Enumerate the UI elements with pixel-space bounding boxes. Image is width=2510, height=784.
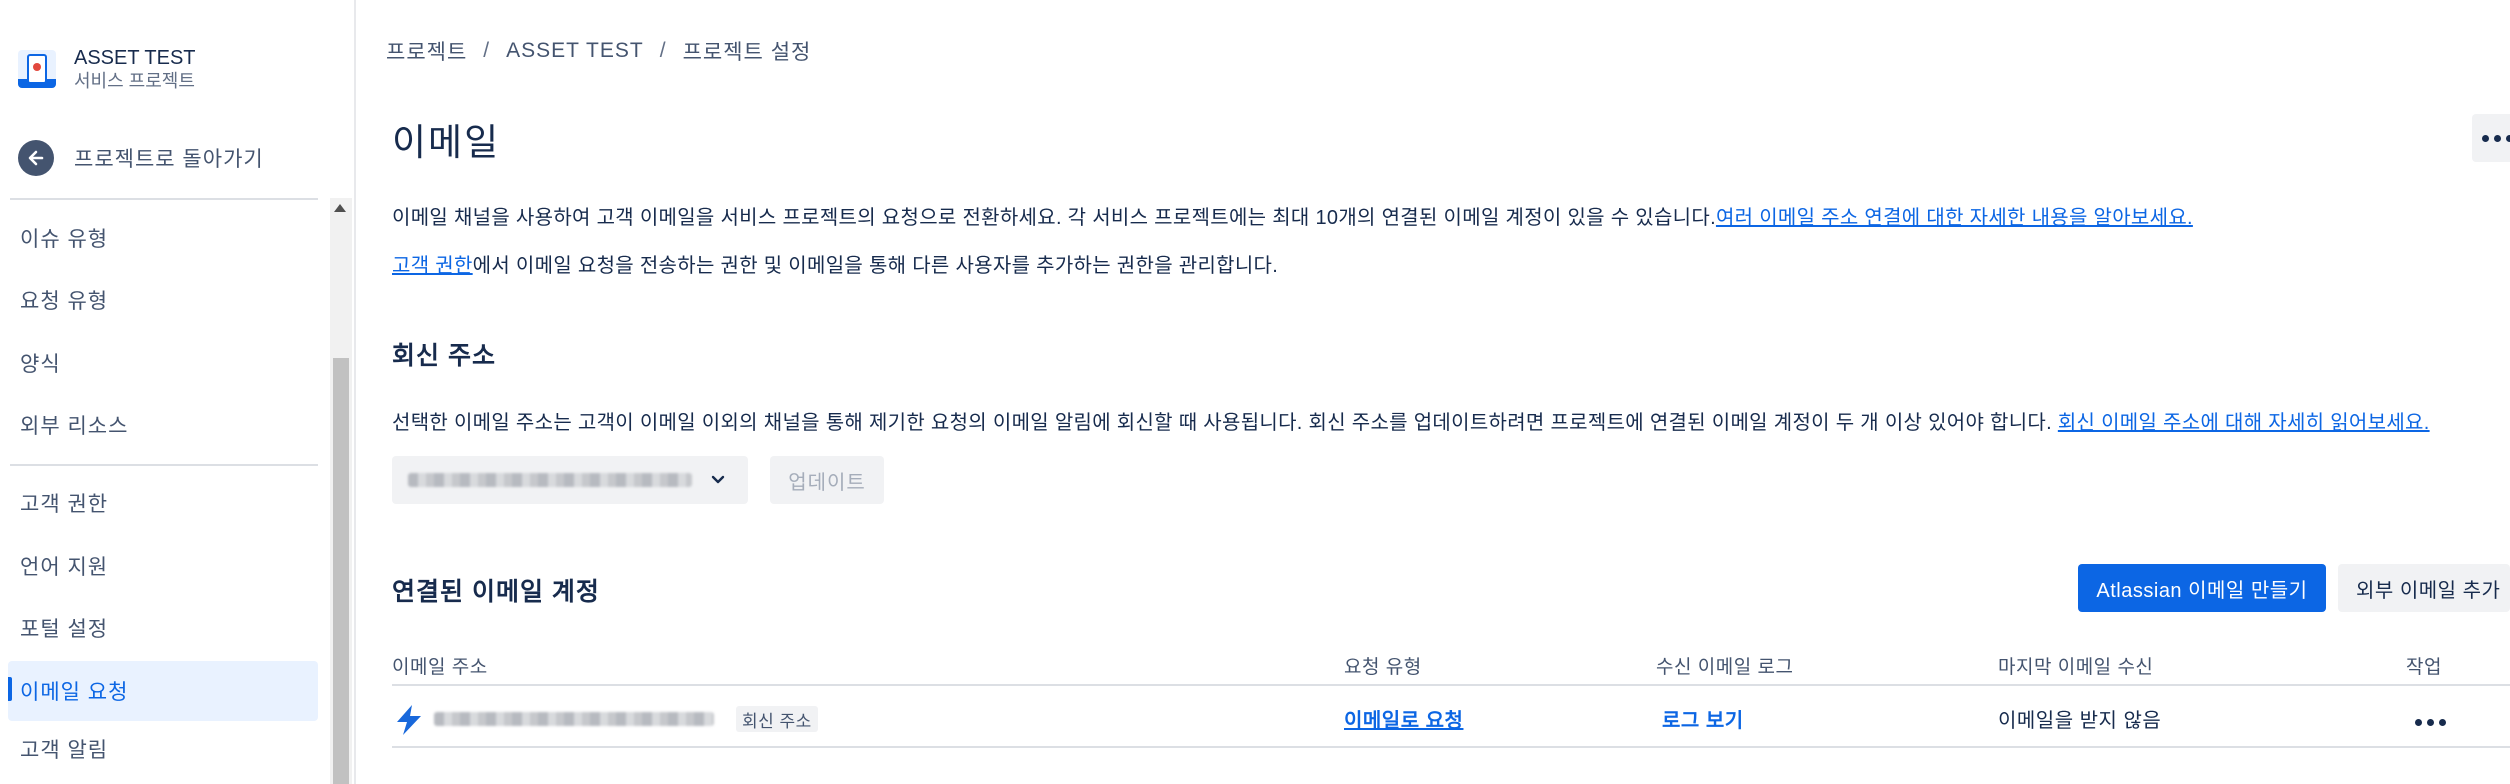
column-header-last-received: 마지막 이메일 수신 <box>1998 657 2154 678</box>
permissions-paragraph: 고객 권한에서 이메일 요청을 전송하는 권한 및 이메일을 통해 다른 사용자… <box>392 249 1278 278</box>
back-to-project-label: 프로젝트로 돌아가기 <box>74 148 264 171</box>
breadcrumb: 프로젝트 / ASSET TEST / 프로젝트 설정 <box>386 36 811 66</box>
add-external-email-button[interactable]: 외부 이메일 추가 <box>2338 564 2510 612</box>
arrow-left-icon <box>18 140 54 176</box>
breadcrumb-separator: / <box>483 39 491 62</box>
column-header-log: 수신 이메일 로그 <box>1656 657 1794 678</box>
request-via-email-link[interactable]: 이메일로 요청 <box>1344 704 1463 733</box>
sidebar-scrollbar[interactable] <box>330 198 352 784</box>
sidebar-item-forms[interactable]: 양식 <box>8 335 318 391</box>
reply-address-badge: 회신 주소 <box>736 706 818 732</box>
table-row-divider <box>392 746 2510 748</box>
more-horizontal-icon <box>2414 718 2446 726</box>
project-name: ASSET TEST <box>74 47 196 69</box>
more-horizontal-icon <box>2481 134 2510 142</box>
sidebar-item-customer-permissions[interactable]: 고객 권한 <box>8 475 318 531</box>
sidebar-item-label: 외부 리소스 <box>20 415 129 438</box>
sidebar-item-label: 요청 유형 <box>20 290 109 313</box>
update-button[interactable]: 업데이트 <box>770 456 884 504</box>
view-log-link[interactable]: 로그 보기 <box>1662 704 1744 733</box>
breadcrumb-project[interactable]: ASSET TEST <box>506 39 644 63</box>
sidebar-item-portal-settings[interactable]: 포털 설정 <box>8 600 318 656</box>
sidebar: ASSET TEST 서비스 프로젝트 프로젝트로 돌아가기 이슈 유형 요청 … <box>0 0 356 784</box>
reply-description-text: 선택한 이메일 주소는 고객이 이메일 이외의 채널을 통해 제기한 요청의 이… <box>392 412 2058 434</box>
scrollbar-thumb[interactable] <box>333 358 349 784</box>
reply-address-learn-more-link[interactable]: 회신 이메일 주소에 대해 자세히 읽어보세요. <box>2058 412 2430 434</box>
project-header[interactable]: ASSET TEST 서비스 프로젝트 <box>18 46 196 92</box>
sidebar-item-label: 고객 권한 <box>20 493 109 516</box>
table-header-divider <box>392 684 2510 686</box>
page-title: 이메일 <box>392 122 501 163</box>
breadcrumb-separator: / <box>659 39 667 62</box>
sidebar-item-label: 고객 알림 <box>20 739 109 762</box>
page-more-actions-button[interactable] <box>2472 114 2510 162</box>
last-received-value: 이메일을 받지 않음 <box>1998 710 2162 732</box>
breadcrumb-project-settings[interactable]: 프로젝트 설정 <box>683 36 812 66</box>
column-header-actions: 작업 <box>2406 657 2442 678</box>
intro-paragraph: 이메일 채널을 사용하여 고객 이메일을 서비스 프로젝트의 요청으로 전환하세… <box>392 201 2193 230</box>
column-header-request-type: 요청 유형 <box>1344 657 1422 678</box>
column-header-email: 이메일 주소 <box>392 657 488 678</box>
sidebar-item-language-support[interactable]: 언어 지원 <box>8 538 318 594</box>
multiple-email-learn-more-link[interactable]: 여러 이메일 주소 연결에 대한 자세한 내용을 알아보세요. <box>1716 207 2193 229</box>
sidebar-item-label: 포털 설정 <box>20 618 109 641</box>
sidebar-item-email-requests[interactable]: 이메일 요청 <box>8 661 318 721</box>
redacted-email-value <box>408 473 692 487</box>
sidebar-item-label: 이슈 유형 <box>20 228 109 251</box>
permissions-text: 에서 이메일 요청을 전송하는 권한 및 이메일을 통해 다른 사용자를 추가하… <box>472 255 1279 277</box>
sidebar-item-request-types[interactable]: 요청 유형 <box>8 272 318 328</box>
reply-address-select[interactable] <box>392 456 748 504</box>
sidebar-item-customer-notifications[interactable]: 고객 알림 <box>8 721 318 777</box>
sidebar-item-label: 양식 <box>20 353 61 376</box>
sidebar-item-label: 이메일 요청 <box>20 681 129 704</box>
sidebar-divider <box>10 198 318 200</box>
create-atlassian-email-button[interactable]: Atlassian 이메일 만들기 <box>2078 564 2326 612</box>
project-avatar-icon <box>18 50 56 88</box>
reply-address-description: 선택한 이메일 주소는 고객이 이메일 이외의 채널을 통해 제기한 요청의 이… <box>392 406 2430 435</box>
sidebar-divider <box>10 464 318 466</box>
connected-email-accounts-heading: 연결된 이메일 계정 <box>392 578 600 606</box>
sidebar-item-label: 언어 지원 <box>20 556 109 579</box>
sidebar-item-external-resources[interactable]: 외부 리소스 <box>8 397 318 453</box>
redacted-email-address <box>434 712 714 726</box>
intro-text: 이메일 채널을 사용하여 고객 이메일을 서비스 프로젝트의 요청으로 전환하세… <box>392 207 1716 229</box>
lightning-bolt-icon <box>397 705 421 735</box>
scroll-up-arrow-icon[interactable] <box>334 204 346 212</box>
customer-permissions-link[interactable]: 고객 권한 <box>392 255 473 277</box>
breadcrumb-projects[interactable]: 프로젝트 <box>386 36 467 66</box>
sidebar-item-issue-types[interactable]: 이슈 유형 <box>8 210 318 266</box>
chevron-down-icon <box>711 475 725 484</box>
row-more-actions-button[interactable] <box>2406 704 2454 740</box>
reply-address-heading: 회신 주소 <box>392 342 496 370</box>
back-to-project-link[interactable]: 프로젝트로 돌아가기 <box>18 140 264 176</box>
project-type: 서비스 프로젝트 <box>74 71 195 91</box>
